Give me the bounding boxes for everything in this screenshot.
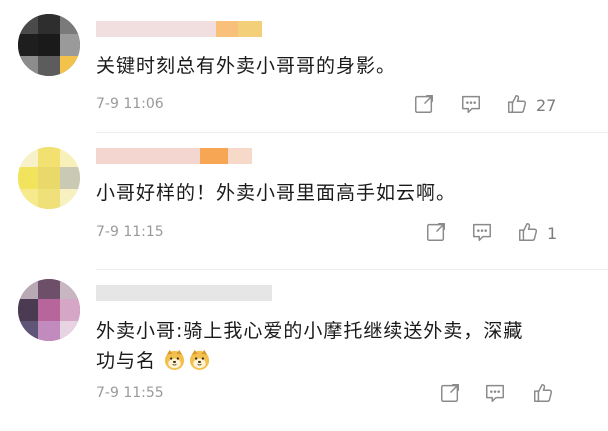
comment-text: 关键时刻总有外卖小哥哥的身影。 xyxy=(96,55,397,77)
comment-time: 7-9 11:55 xyxy=(96,385,164,401)
avatar[interactable] xyxy=(18,147,80,209)
avatar[interactable] xyxy=(18,279,80,341)
comment-text-line2: 功与名 xyxy=(96,346,588,376)
comment-text-line2-text: 功与名 xyxy=(96,350,157,372)
comment-time: 7-9 11:15 xyxy=(96,224,164,240)
username-blurred[interactable] xyxy=(96,285,272,301)
doge-emoji xyxy=(164,349,185,371)
like-count: 1 xyxy=(547,224,558,243)
comment-icon[interactable] xyxy=(460,93,484,117)
comment-icon[interactable] xyxy=(484,382,508,406)
thumbs-up-icon[interactable] xyxy=(506,93,530,117)
comment-item: 外卖小哥:骑上我心爱的小摩托继续送外卖，深藏 功与名 7-9 11:55 xyxy=(0,270,608,431)
thumbs-up-icon[interactable] xyxy=(517,221,541,245)
doge-emoji xyxy=(189,349,210,371)
thumbs-up-icon[interactable] xyxy=(532,382,556,406)
comment-icon[interactable] xyxy=(471,221,495,245)
like-count: 27 xyxy=(536,96,557,115)
comment-meta: 7-9 11:15 1 xyxy=(96,221,608,245)
comment-list: 关键时刻总有外卖小哥哥的身影。 7-9 11:06 27 小哥好样的！外卖小哥里… xyxy=(0,0,608,431)
share-icon[interactable] xyxy=(439,382,463,406)
comment-meta: 7-9 11:06 27 xyxy=(96,93,608,117)
comment-meta: 7-9 11:55 xyxy=(96,382,608,406)
comment-item: 关键时刻总有外卖小哥哥的身影。 7-9 11:06 27 xyxy=(0,0,608,132)
username-blurred[interactable] xyxy=(96,148,252,164)
comment-text: 小哥好样的！外卖小哥里面高手如云啊。 xyxy=(96,182,457,204)
share-icon[interactable] xyxy=(425,221,449,245)
avatar[interactable] xyxy=(18,14,80,76)
comment-text: 外卖小哥:骑上我心爱的小摩托继续送外卖，深藏 功与名 xyxy=(96,316,588,376)
comment-item: 小哥好样的！外卖小哥里面高手如云啊。 7-9 11:15 1 xyxy=(0,133,608,269)
share-icon[interactable] xyxy=(413,93,437,117)
comment-text-line1: 外卖小哥:骑上我心爱的小摩托继续送外卖，深藏 xyxy=(96,320,524,342)
username-blurred[interactable] xyxy=(96,21,262,37)
comment-time: 7-9 11:06 xyxy=(96,96,164,112)
